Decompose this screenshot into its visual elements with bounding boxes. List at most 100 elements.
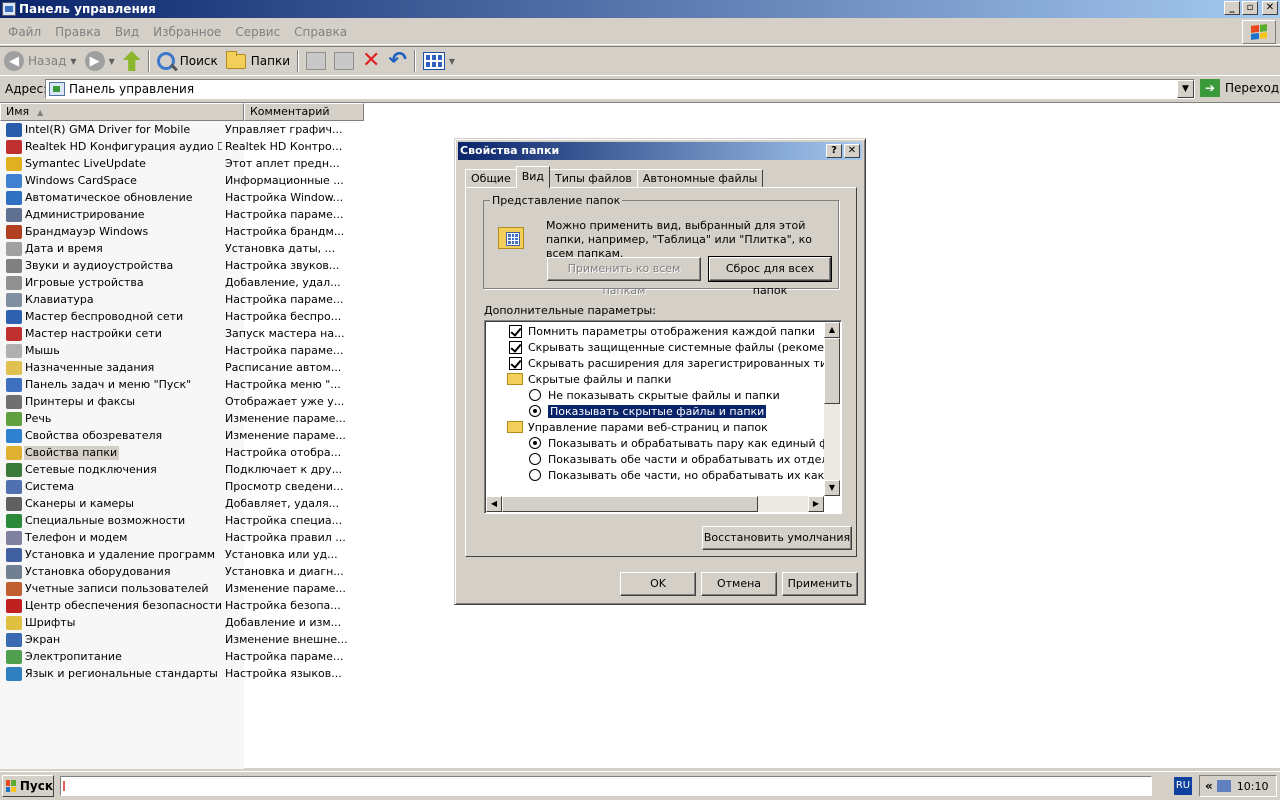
views-button[interactable]: ▼: [419, 48, 459, 74]
list-item[interactable]: Система Просмотр сведени...: [0, 478, 420, 495]
setting-checkbox[interactable]: Помнить параметры отображения каждой пап…: [487, 323, 825, 339]
list-item[interactable]: Электропитание Настройка параме...: [0, 648, 420, 665]
maximize-button[interactable]: ▫: [1242, 1, 1258, 15]
setting-checkbox[interactable]: Скрывать защищенные системные файлы (рек…: [487, 339, 825, 355]
column-header-name[interactable]: Имя ▲: [0, 103, 244, 121]
list-item[interactable]: Установка и удаление программ Установка и…: [0, 546, 420, 563]
folders-button[interactable]: Папки: [222, 48, 294, 74]
advanced-settings-tree[interactable]: Помнить параметры отображения каждой пап…: [484, 320, 842, 514]
setting-radio[interactable]: Показывать обе части и обрабатывать их о…: [487, 451, 825, 467]
list-item[interactable]: Мастер беспроводной сети Настройка беспро…: [0, 308, 420, 325]
list-item[interactable]: Intel(R) GMA Driver for Mobile Управляет …: [0, 121, 420, 138]
radio-icon[interactable]: [529, 469, 541, 481]
list-item[interactable]: Звуки и аудиоустройства Настройка звуков.…: [0, 257, 420, 274]
list-item[interactable]: Клавиатура Настройка параме...: [0, 291, 420, 308]
list-item[interactable]: Мышь Настройка параме...: [0, 342, 420, 359]
scroll-left-icon[interactable]: ◀: [486, 496, 502, 512]
taskbar-buttons-area[interactable]: [60, 776, 1152, 796]
apply-button[interactable]: Применить: [782, 572, 858, 596]
list-item[interactable]: Центр обеспечения безопасности Настройка …: [0, 597, 420, 614]
list-item[interactable]: Учетные записи пользователей Изменение па…: [0, 580, 420, 597]
scroll-right-icon[interactable]: ▶: [808, 496, 824, 512]
checkbox-icon[interactable]: [509, 356, 522, 370]
network-icon[interactable]: [1216, 780, 1231, 792]
list-item[interactable]: Symantec LiveUpdate Этот аплет предн...: [0, 155, 420, 172]
ok-button[interactable]: OK: [620, 572, 696, 596]
list-item[interactable]: Принтеры и факсы Отображает уже у...: [0, 393, 420, 410]
clock[interactable]: 10:10: [1237, 780, 1269, 793]
back-dropdown-icon[interactable]: ▼: [70, 57, 76, 66]
list-item[interactable]: Сканеры и камеры Добавляет, удаля...: [0, 495, 420, 512]
checkbox-icon[interactable]: [509, 340, 522, 354]
tab-view[interactable]: Вид: [515, 166, 551, 188]
reset-all-folders-button[interactable]: Сброс для всех папок: [708, 256, 832, 297]
list-item[interactable]: Автоматическое обновление Настройка Windo…: [0, 189, 420, 206]
forward-button[interactable]: ▶ ▼: [81, 48, 119, 74]
tab-general[interactable]: Общие: [465, 169, 517, 188]
list-item[interactable]: Realtek HD Конфигурация аудио ☐ Realtek H…: [0, 138, 420, 155]
menu-tools[interactable]: Сервис: [228, 25, 287, 39]
list-item[interactable]: Установка оборудования Установка и диагн.…: [0, 563, 420, 580]
address-input[interactable]: Панель управления ▼: [45, 79, 1195, 99]
checkbox-icon[interactable]: [509, 324, 522, 338]
close-button[interactable]: ✕: [1262, 1, 1278, 15]
list-item[interactable]: Речь Изменение параме...: [0, 410, 420, 427]
dialog-titlebar[interactable]: Свойства папки ? ✕: [458, 142, 862, 160]
start-button[interactable]: Пуск: [2, 775, 54, 797]
radio-icon[interactable]: [529, 453, 541, 465]
list-item[interactable]: Дата и время Установка даты, ...: [0, 240, 420, 257]
list-item[interactable]: Брандмауэр Windows Настройка брандм...: [0, 223, 420, 240]
cancel-button[interactable]: Отмена: [701, 572, 777, 596]
list-item[interactable]: Язык и региональные стандарты Настройка я…: [0, 665, 420, 682]
undo-button[interactable]: ↶: [384, 48, 410, 74]
list-item[interactable]: Windows CardSpace Информационные ...: [0, 172, 420, 189]
back-button[interactable]: ◀ Назад ▼: [0, 48, 81, 74]
list-item[interactable]: Администрирование Настройка параме...: [0, 206, 420, 223]
list-item[interactable]: Шрифты Добавление и изм...: [0, 614, 420, 631]
list-item[interactable]: Сетевые подключения Подключает к дру...: [0, 461, 420, 478]
list-item[interactable]: Панель задач и меню "Пуск" Настройка меню…: [0, 376, 420, 393]
column-header-comment[interactable]: Комментарий: [244, 103, 364, 121]
menu-help[interactable]: Справка: [287, 25, 354, 39]
vertical-scroll-thumb[interactable]: [824, 338, 840, 404]
go-button[interactable]: ➔ Переход: [1200, 79, 1279, 97]
list-item[interactable]: Свойства обозревателя Изменение параме...: [0, 427, 420, 444]
search-button[interactable]: Поиск: [153, 48, 222, 74]
window-titlebar[interactable]: Панель управления _ ▫ ✕: [0, 0, 1280, 18]
list-item[interactable]: Игровые устройства Добавление, удал...: [0, 274, 420, 291]
radio-icon[interactable]: [529, 437, 541, 449]
dialog-close-button[interactable]: ✕: [844, 144, 860, 158]
menu-favorites[interactable]: Избранное: [146, 25, 228, 39]
tab-file-types[interactable]: Типы файлов: [549, 169, 638, 188]
setting-radio[interactable]: Не показывать скрытые файлы и папки: [487, 387, 825, 403]
views-dropdown-icon[interactable]: ▼: [449, 57, 455, 66]
list-item[interactable]: Свойства папки Настройка отобра...: [0, 444, 420, 461]
menu-file[interactable]: Файл: [0, 25, 48, 39]
menu-edit[interactable]: Правка: [48, 25, 108, 39]
setting-radio[interactable]: Показывать скрытые файлы и папки: [487, 403, 825, 419]
scroll-up-icon[interactable]: ▲: [824, 322, 840, 338]
restore-defaults-button[interactable]: Восстановить умолчания: [702, 526, 852, 550]
setting-radio[interactable]: Показывать обе части, но обрабатывать их…: [487, 467, 825, 483]
horizontal-scrollbar[interactable]: ◀ ▶: [486, 496, 824, 512]
language-indicator[interactable]: RU: [1174, 777, 1192, 795]
delete-button[interactable]: ✕: [358, 48, 384, 74]
radio-icon[interactable]: [529, 405, 541, 417]
tab-offline-files[interactable]: Автономные файлы: [636, 169, 764, 188]
vertical-scrollbar[interactable]: ▲ ▼: [824, 322, 840, 496]
address-dropdown-icon[interactable]: ▼: [1177, 80, 1194, 98]
radio-icon[interactable]: [529, 389, 541, 401]
scroll-down-icon[interactable]: ▼: [824, 480, 840, 496]
list-item[interactable]: Мастер настройки сети Запуск мастера на..…: [0, 325, 420, 342]
list-item[interactable]: Телефон и модем Настройка правил ...: [0, 529, 420, 546]
list-item[interactable]: Специальные возможности Настройка специа.…: [0, 512, 420, 529]
horizontal-scroll-thumb[interactable]: [502, 496, 758, 512]
move-to-button[interactable]: [302, 48, 330, 74]
minimize-button[interactable]: _: [1224, 1, 1240, 15]
setting-checkbox[interactable]: Скрывать расширения для зарегистрированн…: [487, 355, 825, 371]
copy-to-button[interactable]: [330, 48, 358, 74]
up-button[interactable]: [119, 48, 145, 74]
help-button[interactable]: ?: [826, 144, 842, 158]
menu-view[interactable]: Вид: [108, 25, 146, 39]
forward-dropdown-icon[interactable]: ▼: [109, 57, 115, 66]
